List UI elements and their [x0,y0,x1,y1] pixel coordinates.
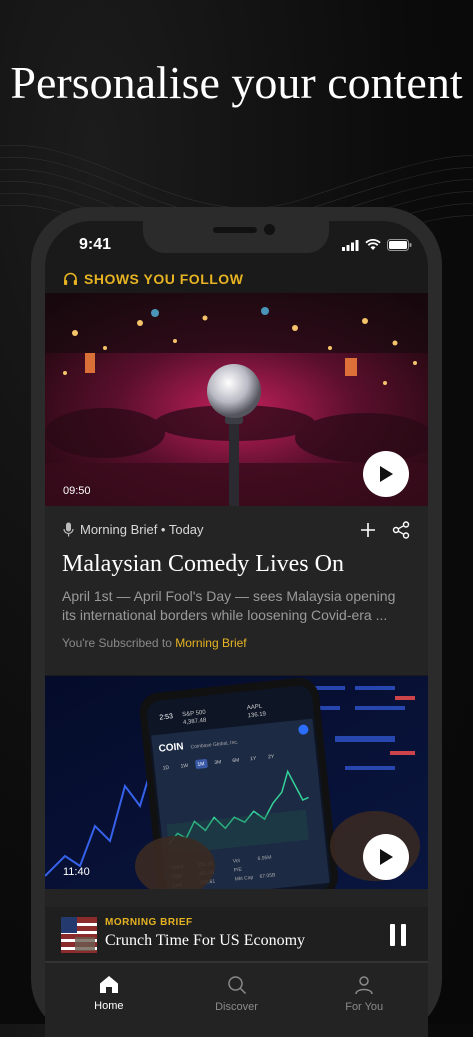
subscription-note: You're Subscribed to Morning Brief [62,636,247,650]
subscription-prefix: You're Subscribed to [62,636,176,650]
mini-player-show: MORNING BRIEF [105,917,193,928]
episode-thumbnail[interactable]: 09:50 [45,293,428,506]
page-headline: Personalise your content [10,57,463,108]
wifi-icon [365,239,381,250]
section-title: SHOWS YOU FOLLOW [84,271,244,287]
person-icon [355,976,373,995]
episode-thumbnail[interactable]: 2:53 S&P 500 4,387.48 AAPL 136.19 COIN C… [45,676,428,889]
tab-label: For You [345,1001,384,1013]
svg-text:2:53: 2:53 [159,713,173,721]
play-button[interactable] [363,834,409,880]
svg-text:P/E: P/E [233,867,242,874]
mini-player-artwork [61,917,97,953]
microphone-icon [63,522,74,537]
pause-icon[interactable] [390,924,406,946]
subscribed-show-link[interactable]: Morning Brief [175,636,246,650]
play-button[interactable] [363,451,409,497]
tab-bar: Home Discover For You [45,963,428,1037]
app-screen: 9:41 SHOWS YOU FOLLOW 09:50 Morning Brie… [45,221,428,1037]
episode-duration: 09:50 [63,485,91,497]
tab-home[interactable]: Home [45,963,173,1037]
headphones-icon [64,272,77,285]
share-icon[interactable] [392,521,410,539]
front-camera [264,224,275,235]
tab-discover[interactable]: Discover [173,963,301,1037]
svg-text:Vol: Vol [233,858,241,865]
episode-actions [360,521,410,539]
add-icon[interactable] [360,522,376,538]
episode-title[interactable]: Malaysian Comedy Lives On [62,551,344,578]
home-icon [99,976,118,993]
status-time: 9:41 [79,236,112,253]
svg-text:1W: 1W [180,763,188,770]
episode-card[interactable]: 2:53 S&P 500 4,387.48 AAPL 136.19 COIN C… [45,676,428,936]
tab-label: Home [94,1000,124,1012]
mini-player-title[interactable]: Crunch Time For US Economy [105,932,305,950]
mini-player[interactable]: MORNING BRIEF Crunch Time For US Economy [45,907,428,963]
episode-card[interactable]: 09:50 Morning Brief • Today Malaysian Co… [45,293,428,675]
tab-for-you[interactable]: For You [300,963,428,1037]
play-icon [380,849,393,865]
svg-text:1M: 1M [197,761,205,768]
battery-icon [387,239,412,251]
phone-frame: 9:41 SHOWS YOU FOLLOW 09:50 Morning Brie… [31,207,442,1037]
svg-text:3M: 3M [214,759,222,766]
episode-duration: 11:40 [63,866,90,878]
svg-text:1D: 1D [162,765,169,772]
signal-icon [342,239,359,251]
status-icons [342,239,412,251]
show-name-date[interactable]: Morning Brief • Today [80,522,204,537]
play-icon [380,466,393,482]
tab-label: Discover [215,1001,258,1013]
svg-text:6M: 6M [232,757,240,764]
speaker-grille [213,227,257,233]
episode-description: April 1st — April Fool's Day — sees Mala… [62,588,396,623]
episode-meta: Morning Brief • Today [63,522,204,537]
phone-notch [143,221,329,253]
section-header: SHOWS YOU FOLLOW [63,271,243,287]
search-icon [227,976,246,995]
